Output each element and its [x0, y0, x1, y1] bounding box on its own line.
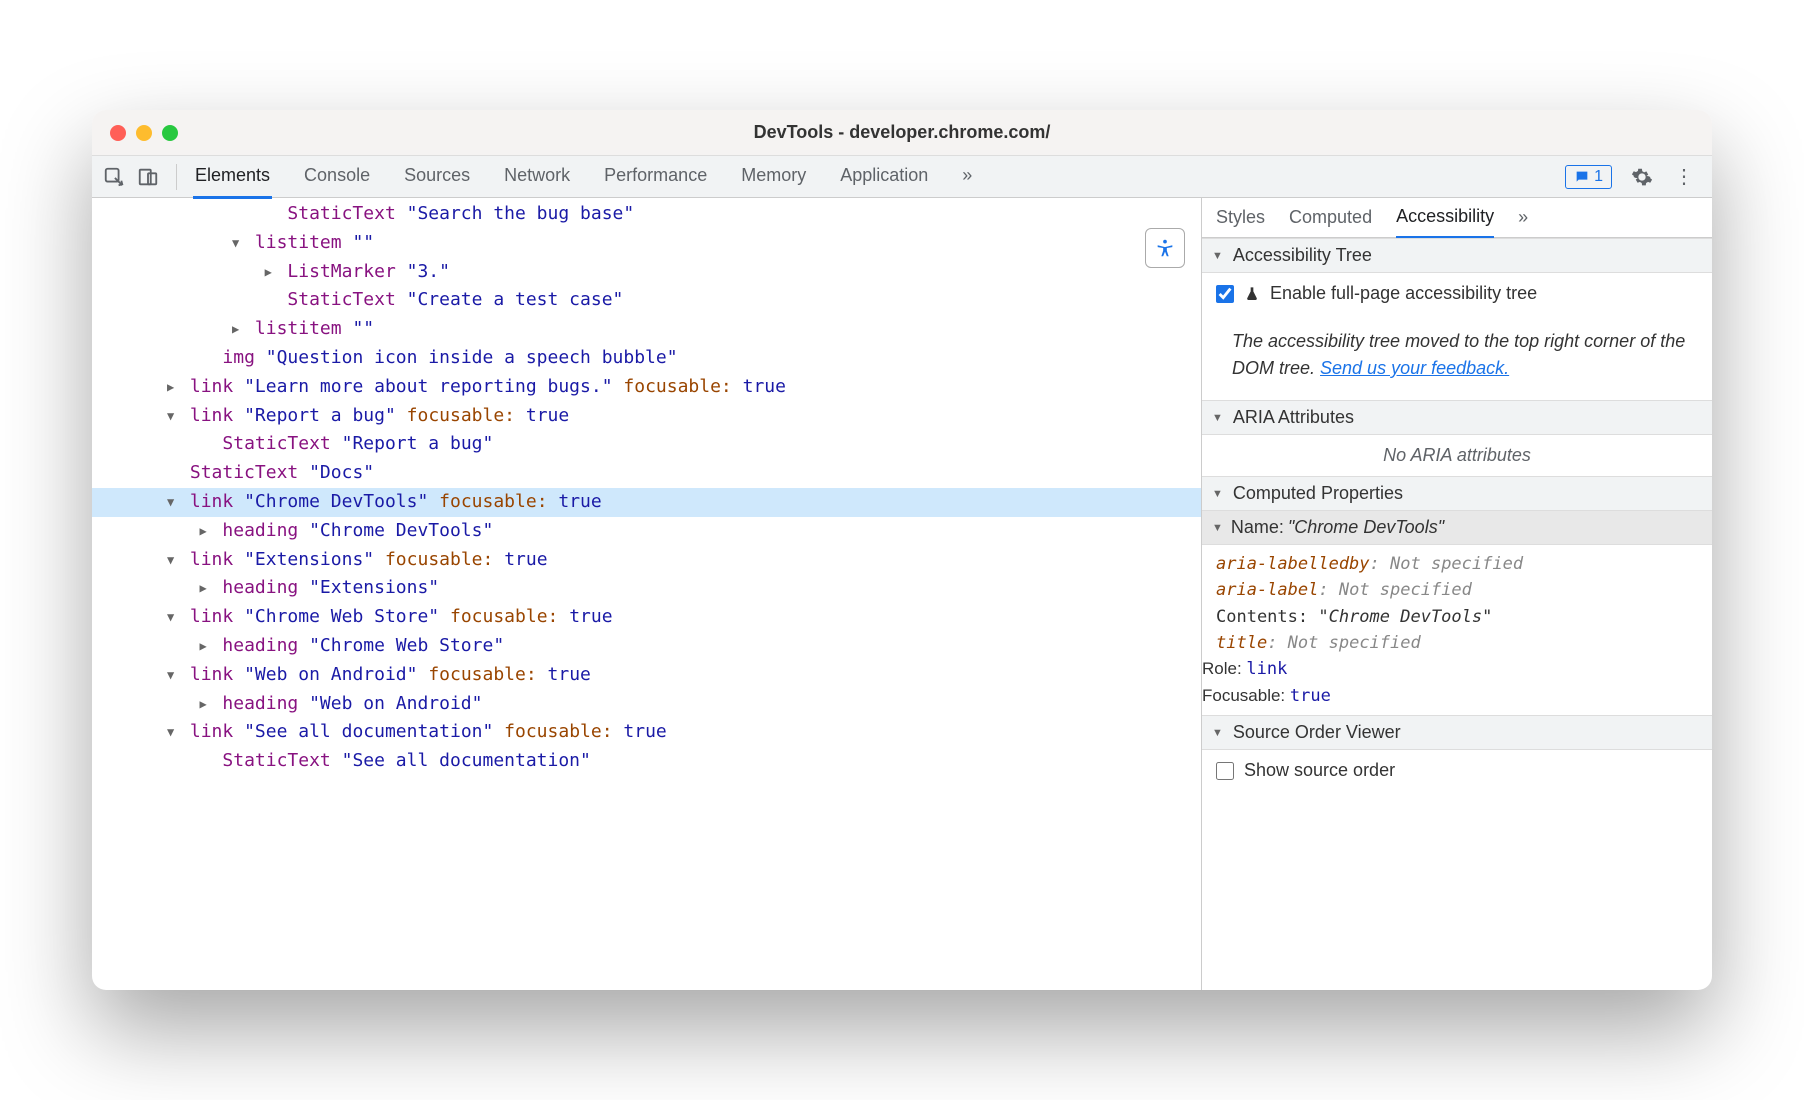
tab-elements[interactable]: Elements [193, 155, 272, 199]
sidebar-tab-computed[interactable]: Computed [1289, 198, 1372, 237]
aria-section-header[interactable]: ▼ ARIA Attributes [1202, 400, 1712, 435]
devtools-window: DevTools - developer.chrome.com/ Element… [92, 110, 1712, 990]
tree-row[interactable]: ▼ listitem "" [92, 229, 1201, 258]
tree-row[interactable]: ▶ ListMarker "3." [92, 258, 1201, 287]
prop-aria-label: aria-label [1216, 580, 1318, 600]
tab-performance[interactable]: Performance [602, 155, 709, 199]
tree-row[interactable]: ▼ link "Chrome DevTools" focusable: true [92, 488, 1201, 517]
contents-label: Contents: [1216, 607, 1318, 627]
tree-row[interactable]: ▼ link "Web on Android" focusable: true [92, 661, 1201, 690]
tree-row[interactable]: StaticText "Report a bug" [92, 430, 1201, 459]
tree-row[interactable]: StaticText "Search the bug base" [92, 200, 1201, 229]
disclosure-triangle-icon: ▼ [1212, 250, 1223, 262]
inspect-icon[interactable] [102, 165, 126, 189]
tab-application[interactable]: Application [838, 155, 930, 199]
sidebar-tab-styles[interactable]: Styles [1216, 198, 1265, 237]
prop-aria-labelledby: aria-labelledby [1216, 554, 1370, 574]
accessibility-toggle-icon[interactable] [1145, 228, 1185, 268]
not-specified: Not specified [1288, 633, 1421, 653]
disclosure-triangle-icon: ▼ [1212, 522, 1223, 534]
content-area: StaticText "Search the bug base" ▼ listi… [92, 198, 1712, 990]
computed-section-header[interactable]: ▼ Computed Properties [1202, 476, 1712, 511]
enable-a11y-tree-label: Enable full-page accessibility tree [1270, 283, 1537, 304]
titlebar: DevTools - developer.chrome.com/ [92, 110, 1712, 156]
tree-row[interactable]: StaticText "Docs" [92, 459, 1201, 488]
tree-row[interactable]: ▶ heading "Chrome Web Store" [92, 632, 1201, 661]
tree-row[interactable]: ▶ heading "Web on Android" [92, 690, 1201, 719]
device-toggle-icon[interactable] [136, 165, 160, 189]
not-specified: Not specified [1390, 554, 1523, 574]
name-value: "Chrome DevTools" [1288, 517, 1444, 538]
more-tabs-icon[interactable]: » [960, 155, 974, 199]
a11y-tree-section-header[interactable]: ▼ Accessibility Tree [1202, 238, 1712, 273]
show-source-order-label: Show source order [1244, 760, 1395, 781]
panel-tabs: Elements Console Sources Network Performance… [183, 155, 974, 199]
sidebar-tabs: Styles Computed Accessibility » [1202, 198, 1712, 238]
focusable-label: Focusable: [1202, 686, 1290, 705]
focusable-value: true [1290, 686, 1331, 706]
prop-title: title [1216, 633, 1267, 653]
contents-value: "Chrome DevTools" [1318, 607, 1492, 627]
computed-name-row[interactable]: ▼ Name: "Chrome DevTools" [1202, 511, 1712, 545]
show-source-order-row[interactable]: Show source order [1216, 760, 1698, 781]
tree-row[interactable]: ▼ link "See all documentation" focusable… [92, 718, 1201, 747]
disclosure-triangle-icon: ▼ [1212, 412, 1223, 424]
disclosure-triangle-icon: ▼ [1212, 727, 1223, 739]
role-value: link [1246, 659, 1287, 679]
window-title: DevTools - developer.chrome.com/ [92, 122, 1712, 143]
section-title: Accessibility Tree [1233, 245, 1372, 266]
settings-icon[interactable] [1630, 165, 1654, 189]
disclosure-triangle-icon: ▼ [1212, 488, 1223, 500]
issues-count: 1 [1594, 168, 1603, 186]
section-title: Computed Properties [1233, 483, 1403, 504]
a11y-info-text: The accessibility tree moved to the top … [1202, 314, 1712, 400]
more-sidebar-tabs-icon[interactable]: » [1518, 198, 1528, 237]
tree-row[interactable]: ▼ link "Chrome Web Store" focusable: tru… [92, 603, 1201, 632]
enable-a11y-tree-checkbox[interactable] [1216, 285, 1234, 303]
main-toolbar: Elements Console Sources Network Performance… [92, 156, 1712, 198]
tree-row[interactable]: ▼ link "Report a bug" focusable: true [92, 402, 1201, 431]
tree-row[interactable]: StaticText "Create a test case" [92, 286, 1201, 315]
divider [176, 164, 177, 190]
experiment-icon [1244, 286, 1260, 302]
sidebar-tab-accessibility[interactable]: Accessibility [1396, 198, 1494, 239]
tree-row[interactable]: img "Question icon inside a speech bubbl… [92, 344, 1201, 373]
tab-console[interactable]: Console [302, 155, 372, 199]
computed-properties-list: aria-labelledby: Not specified aria-labe… [1202, 545, 1712, 715]
not-specified: Not specified [1339, 580, 1472, 600]
show-source-order-checkbox[interactable] [1216, 762, 1234, 780]
feedback-link[interactable]: Send us your feedback. [1320, 358, 1509, 378]
accessibility-tree[interactable]: StaticText "Search the bug base" ▼ listi… [92, 198, 1201, 776]
source-order-section-header[interactable]: ▼ Source Order Viewer [1202, 715, 1712, 750]
tree-row[interactable]: ▶ listitem "" [92, 315, 1201, 344]
tab-memory[interactable]: Memory [739, 155, 808, 199]
tree-row[interactable]: StaticText "See all documentation" [92, 747, 1201, 776]
section-title: Source Order Viewer [1233, 722, 1401, 743]
tree-row[interactable]: ▶ link "Learn more about reporting bugs.… [92, 373, 1201, 402]
elements-pane[interactable]: StaticText "Search the bug base" ▼ listi… [92, 198, 1202, 990]
section-title: ARIA Attributes [1233, 407, 1354, 428]
tree-row[interactable]: ▶ heading "Chrome DevTools" [92, 517, 1201, 546]
issues-badge[interactable]: 1 [1565, 165, 1612, 189]
sidebar-pane: Styles Computed Accessibility » ▼ Accessibi… [1202, 198, 1712, 990]
kebab-menu-icon[interactable]: ⋮ [1672, 165, 1696, 189]
role-label: Role: [1202, 659, 1246, 678]
tab-sources[interactable]: Sources [402, 155, 472, 199]
tree-row[interactable]: ▶ heading "Extensions" [92, 574, 1201, 603]
tab-network[interactable]: Network [502, 155, 572, 199]
no-aria-text: No ARIA attributes [1202, 435, 1712, 476]
enable-a11y-tree-row[interactable]: Enable full-page accessibility tree [1216, 283, 1698, 304]
name-label: Name: [1231, 517, 1284, 538]
tree-row[interactable]: ▼ link "Extensions" focusable: true [92, 546, 1201, 575]
